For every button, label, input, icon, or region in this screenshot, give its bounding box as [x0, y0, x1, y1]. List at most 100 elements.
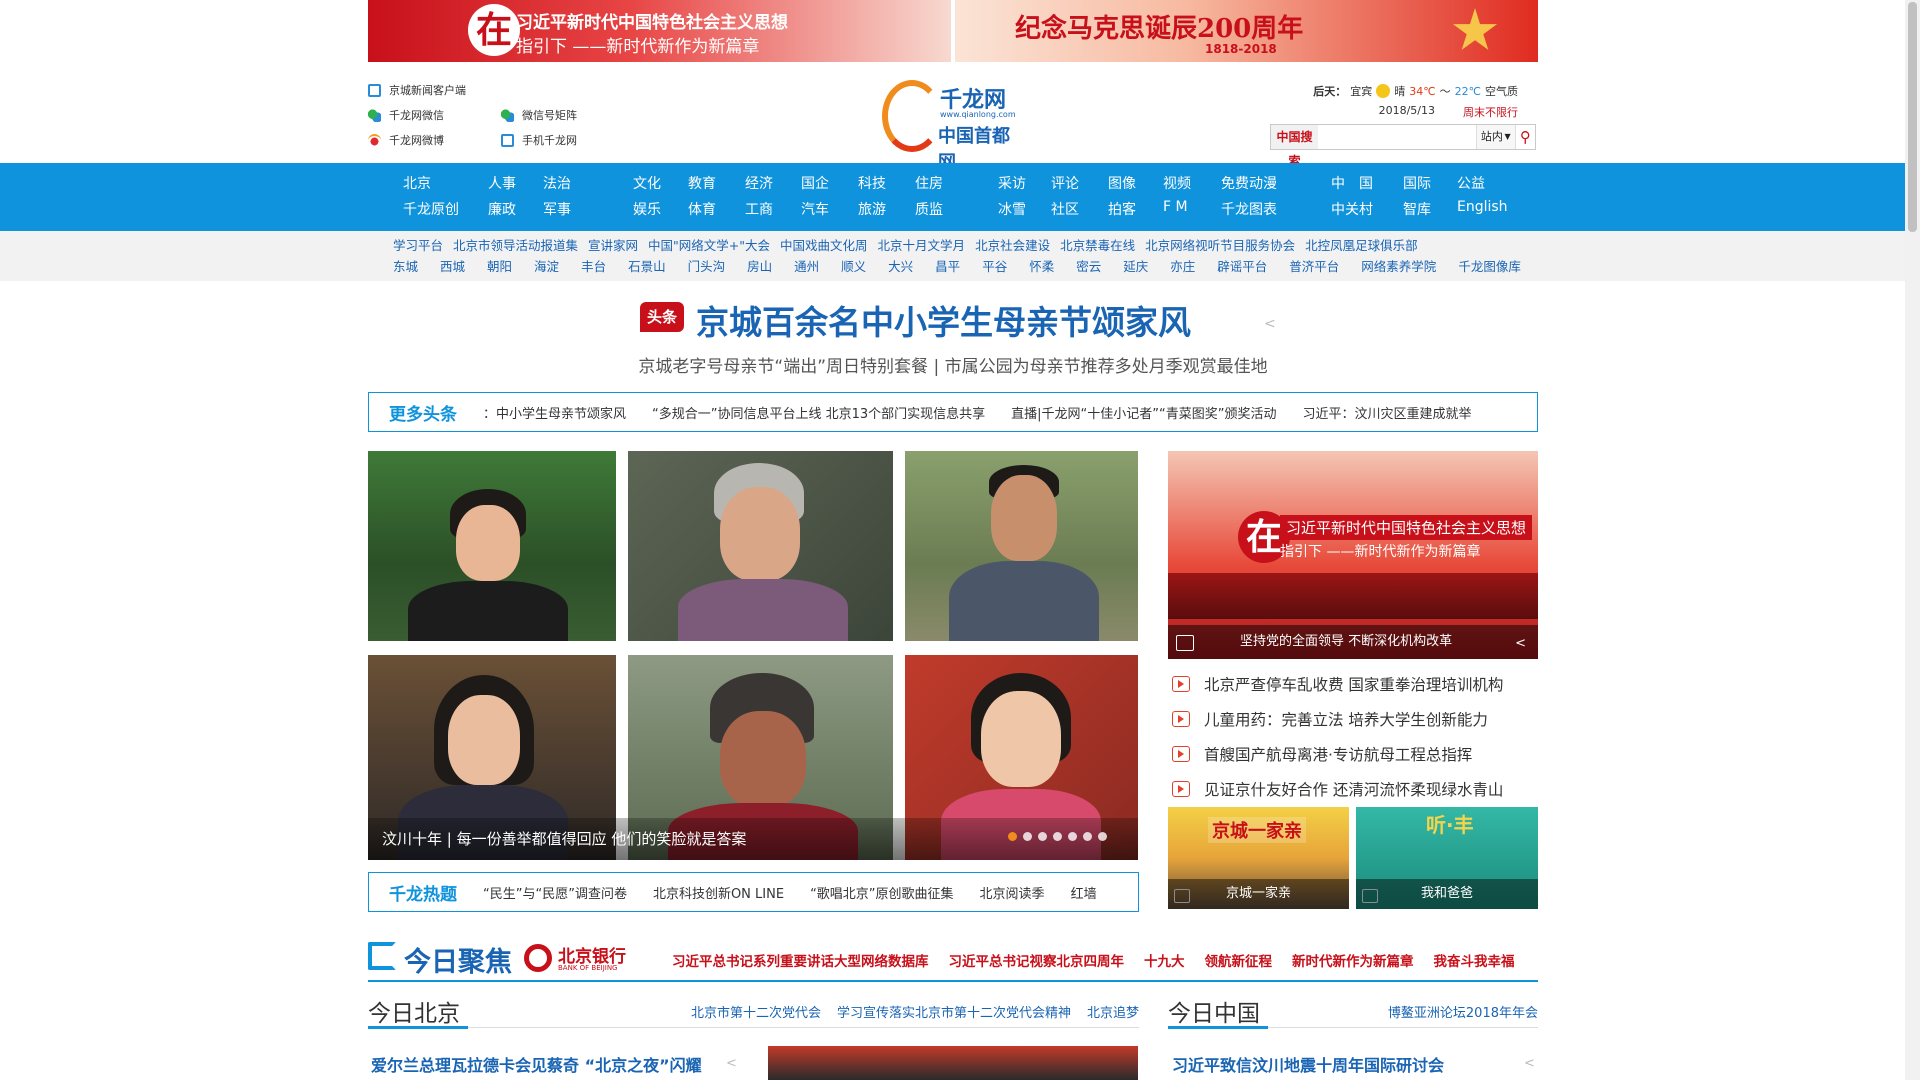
nav-item[interactable]: 质监: [915, 199, 943, 219]
nav-item[interactable]: 工商: [745, 199, 773, 219]
sub-nav-link[interactable]: 北京网络视听节目服务协会: [1145, 235, 1295, 254]
feature-banner[interactable]: 在 习近平新时代中国特色社会主义思想 指引下 ——新时代新作为新篇章 坚持党的全…: [1168, 451, 1538, 659]
share-icon[interactable]: <: [1515, 636, 1526, 651]
wechat-matrix-link[interactable]: 微信号矩阵: [501, 107, 577, 123]
nav-item[interactable]: 教育: [688, 173, 716, 193]
slideshow-dot[interactable]: [1008, 832, 1017, 841]
weibo-link[interactable]: 千龙网微博: [368, 132, 444, 148]
china-section-link[interactable]: 博鳌亚洲论坛2018年年会: [1388, 1002, 1538, 1021]
thumb-beijing-family[interactable]: 京城一家亲 京城一家亲: [1168, 807, 1349, 909]
sub-nav-link[interactable]: 中国"网络文学+"大会: [648, 235, 770, 254]
focus-link[interactable]: 十九大: [1144, 950, 1185, 970]
search-button[interactable]: ⚲: [1516, 125, 1535, 149]
sub-nav-link[interactable]: 学习平台: [393, 235, 443, 254]
district-link[interactable]: 海淀: [534, 256, 559, 275]
slideshow-dot[interactable]: [1098, 832, 1107, 841]
district-link[interactable]: 东城: [393, 256, 418, 275]
nav-item[interactable]: 图像: [1108, 173, 1136, 193]
nav-item[interactable]: 文化: [633, 173, 661, 193]
beijing-section-link[interactable]: 北京追梦: [1087, 1002, 1139, 1021]
thumb-me-and-dad[interactable]: 听·丰 我和爸爸: [1356, 807, 1538, 909]
beijing-story-image[interactable]: [768, 1046, 1138, 1080]
district-link[interactable]: 西城: [440, 256, 465, 275]
sub-nav-link[interactable]: 中国戏曲文化周: [780, 235, 868, 254]
nav-item[interactable]: 经济: [745, 173, 773, 193]
sub-nav-link[interactable]: 北京禁毒在线: [1060, 235, 1135, 254]
hot-topic-link[interactable]: “民生”与“民愿”调查问卷: [483, 883, 627, 902]
beijing-section-link[interactable]: 北京市第十二次党代会: [691, 1002, 821, 1021]
nav-item[interactable]: 智库: [1403, 199, 1431, 219]
beijing-section-link[interactable]: 学习宣传落实北京市第十二次党代会精神: [837, 1002, 1071, 1021]
nav-item[interactable]: 评论: [1051, 173, 1079, 193]
district-link[interactable]: 平谷: [982, 256, 1007, 275]
share-icon[interactable]: <: [726, 1056, 737, 1071]
nav-item[interactable]: 人事: [488, 173, 516, 193]
nav-item[interactable]: 千龙图表: [1221, 199, 1277, 219]
wechat-link[interactable]: 千龙网微信: [368, 107, 444, 123]
page-scrollbar[interactable]: [1905, 0, 1920, 1080]
nav-item[interactable]: 军事: [543, 199, 571, 219]
nav-item[interactable]: 拍客: [1108, 199, 1136, 219]
district-link[interactable]: 朝阳: [487, 256, 512, 275]
slideshow-dot[interactable]: [1068, 832, 1077, 841]
nav-item[interactable]: 社区: [1051, 199, 1079, 219]
nav-item[interactable]: 国企: [801, 173, 829, 193]
site-logo[interactable]: 千龙网 www.qianlong.com 中国首都网: [882, 78, 1022, 173]
district-link[interactable]: 怀柔: [1029, 256, 1054, 275]
sub-nav-link[interactable]: 北控凤凰足球俱乐部: [1305, 235, 1418, 254]
nav-item[interactable]: 科技: [858, 173, 886, 193]
news-item[interactable]: 儿童用药：完善立法 培养大学生创新能力: [1172, 701, 1538, 736]
district-link[interactable]: 大兴: [888, 256, 913, 275]
sub-nav-link[interactable]: 北京市领导活动报道集: [453, 235, 578, 254]
nav-item[interactable]: F M: [1163, 199, 1188, 215]
search-input[interactable]: [1317, 125, 1477, 149]
photo-young-man-outdoor[interactable]: [905, 451, 1138, 641]
district-link[interactable]: 网络素养学院: [1361, 256, 1436, 275]
district-link[interactable]: 房山: [747, 256, 772, 275]
scrollbar-thumb[interactable]: [1908, 2, 1917, 232]
hot-topic-link[interactable]: 红墙: [1071, 883, 1097, 902]
district-link[interactable]: 亦庄: [1170, 256, 1195, 275]
client-app-link[interactable]: 京城新闻客户端: [368, 82, 466, 98]
focus-link[interactable]: 习近平总书记视察北京四周年: [949, 950, 1125, 970]
district-link[interactable]: 通州: [794, 256, 819, 275]
beijing-top-story[interactable]: 爱尔兰总理瓦拉德卡会见蔡奇 “北京之夜”闪耀: [371, 1052, 702, 1076]
share-icon[interactable]: <: [1524, 1056, 1535, 1071]
nav-item[interactable]: 住房: [915, 173, 943, 193]
slideshow-dot[interactable]: [1053, 832, 1062, 841]
focus-link[interactable]: 我奋斗我幸福: [1434, 950, 1515, 970]
more-headline-link[interactable]: 习近平：汶川灾区重建成就举: [1303, 403, 1472, 422]
nav-item[interactable]: English: [1457, 199, 1508, 215]
nav-item[interactable]: 体育: [688, 199, 716, 219]
district-link[interactable]: 辟谣平台: [1217, 256, 1267, 275]
district-link[interactable]: 密云: [1076, 256, 1101, 275]
more-headline-link[interactable]: “多规合一”协同信息平台上线 北京13个部门实现信息共享: [652, 403, 985, 422]
district-link[interactable]: 石景山: [628, 256, 666, 275]
banner-marx-anniversary[interactable]: 纪念马克思诞辰200周年 1818-2018: [955, 0, 1538, 62]
nav-item[interactable]: 免费动漫: [1221, 173, 1277, 193]
district-link[interactable]: 昌平: [935, 256, 960, 275]
nav-item[interactable]: 冰雪: [998, 199, 1026, 219]
slideshow-dot[interactable]: [1038, 832, 1047, 841]
photo-young-man-glasses[interactable]: [368, 451, 616, 641]
sub-nav-link[interactable]: 北京十月文学月: [878, 235, 966, 254]
more-headline-link[interactable]: 直播|千龙网“十佳小记者”“青菜图奖”颁奖活动: [1011, 403, 1276, 422]
district-link[interactable]: 顺义: [841, 256, 866, 275]
focus-link[interactable]: 新时代新作为新篇章: [1292, 950, 1414, 970]
hot-topic-link[interactable]: 北京阅读季: [980, 883, 1045, 902]
nav-item[interactable]: 公益: [1457, 173, 1485, 193]
nav-item[interactable]: 北京: [403, 173, 431, 193]
news-item[interactable]: 见证京什友好合作 还清河流怀柔现绿水青山: [1172, 771, 1538, 806]
nav-item[interactable]: 旅游: [858, 199, 886, 219]
slideshow-dot[interactable]: [1083, 832, 1092, 841]
news-item[interactable]: 首艘国产航母离港·专访航母工程总指挥: [1172, 736, 1538, 771]
search-scope-select[interactable]: 站内: [1476, 125, 1516, 149]
focus-link[interactable]: 领航新征程: [1205, 950, 1273, 970]
nav-item[interactable]: 中关村: [1331, 199, 1373, 219]
district-link[interactable]: 丰台: [581, 256, 606, 275]
nav-item[interactable]: 汽车: [801, 199, 829, 219]
hot-topic-link[interactable]: “歌唱北京”原创歌曲征集: [810, 883, 953, 902]
district-link[interactable]: 普济平台: [1289, 256, 1339, 275]
nav-item[interactable]: 千龙原创: [403, 199, 459, 219]
slideshow-dot[interactable]: [1023, 832, 1032, 841]
